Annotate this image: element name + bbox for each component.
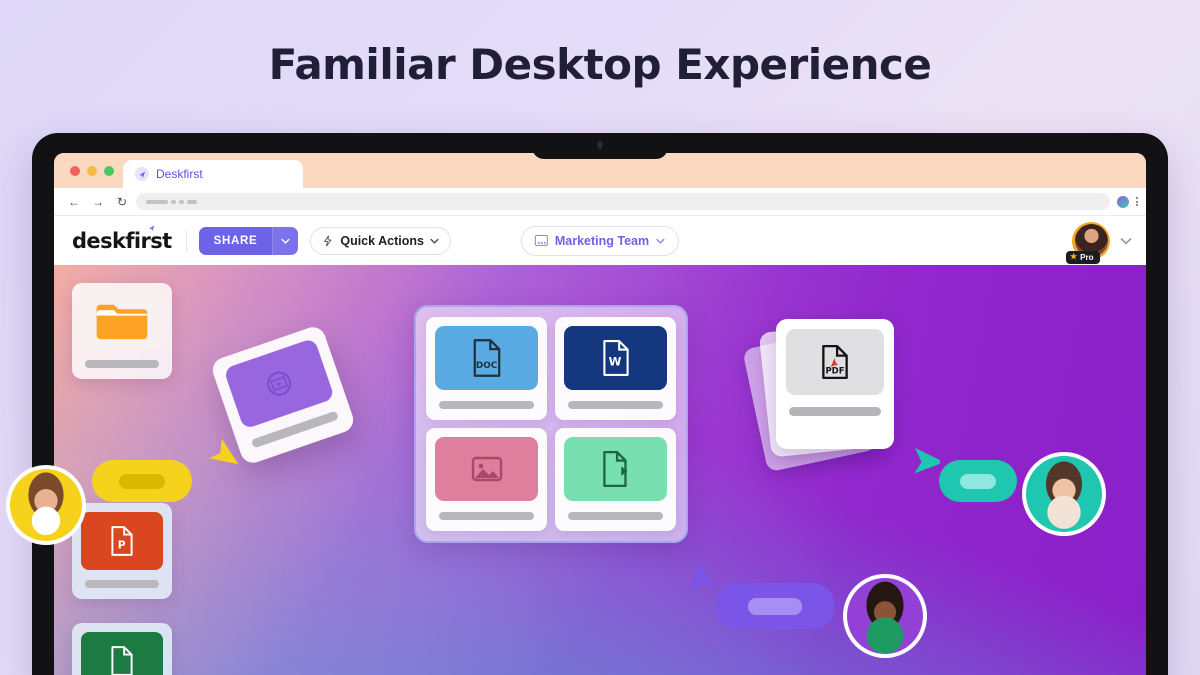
powerpoint-card[interactable]: P [72,503,172,599]
share-dropdown-chevron-down-icon[interactable] [272,226,299,255]
folder-card-label [85,360,159,368]
powerpoint-card-label [85,580,159,588]
browser-tab-title: Deskfirst [156,167,203,181]
app-toolbar: deskfirst SHARE Quick Actions Marketing … [54,216,1146,265]
user-menu-chevron-down-icon[interactable] [1120,237,1132,245]
word-tile[interactable]: W [555,317,676,420]
presence-pill-placeholder [960,473,996,489]
address-input[interactable] [136,193,1110,210]
team-selector-button[interactable]: Marketing Team [520,225,680,256]
browser-profile-avatar[interactable] [1116,194,1130,209]
svg-text:DOC: DOC [475,361,496,371]
media-player-icon [266,371,292,396]
app-logo[interactable]: deskfirst [72,224,172,253]
powerpoint-thumb: P [81,512,163,570]
pdf-card-label [789,407,881,416]
back-icon[interactable]: ← [64,192,84,212]
doc-thumb: DOC [435,326,538,390]
avatar[interactable]: ★ Pro [1066,221,1110,264]
svg-text:P: P [118,538,126,551]
svg-text:PDF: PDF [825,366,844,376]
pdf-stack[interactable]: PDF [742,315,894,473]
doc-file-icon: DOC [473,339,500,377]
collaborator-avatar-teal[interactable] [1022,452,1106,536]
pdf-card[interactable]: PDF [776,319,894,449]
laptop-screen: Deskfirst ← → ↻ deskfirst SHARE Quick Ac… [54,153,1146,675]
chevron-down-icon [656,238,665,244]
logo-sparkle-icon [148,224,154,231]
svg-text:W: W [608,354,621,368]
star-icon: ★ [1070,252,1078,261]
presence-pill-teal [939,460,1017,502]
browser-urlbar: ← → ↻ [54,188,1146,216]
powerpoint-file-icon: P [111,526,133,556]
avatar-image [1026,456,1102,532]
excel-card[interactable] [72,623,172,675]
share-button[interactable]: SHARE [198,226,273,255]
deskfirst-favicon-icon [135,167,149,181]
video-tile-label [568,512,663,520]
presence-pill-placeholder [119,473,165,489]
folder-card[interactable] [72,283,172,379]
video-file-icon [602,450,628,488]
video-tile[interactable] [555,428,676,531]
word-file-icon: W [602,340,629,376]
doc-tile[interactable]: DOC [426,317,547,420]
excel-file-icon [111,646,133,675]
image-tile[interactable] [426,428,547,531]
laptop-notch [532,133,668,159]
kebab-menu-icon[interactable] [1136,197,1138,206]
omnibox-seg [187,199,197,204]
selected-file-group[interactable]: DOC W [414,305,688,543]
collaborator-avatar-yellow[interactable] [6,465,86,545]
minimize-window-dot[interactable] [87,165,97,176]
lightning-bolt-icon [324,235,332,246]
doc-tile-label [439,401,534,409]
image-thumb [435,437,538,501]
toolbar-right-group: ★ Pro [1066,221,1132,264]
quick-actions-button[interactable]: Quick Actions [310,226,451,255]
word-thumb: W [564,326,667,390]
presence-pill-placeholder [748,597,802,615]
collaborator-avatar-purple[interactable] [843,574,927,658]
close-window-dot[interactable] [70,165,80,176]
omnibox-seg [146,199,168,204]
excel-thumb [81,632,163,675]
quick-actions-label: Quick Actions [340,233,424,248]
avatar-image [10,469,82,541]
toolbar-divider [185,229,187,252]
presence-pill-purple [716,583,834,629]
folder-icon [96,304,148,340]
image-tile-label [439,512,534,520]
desktop-canvas[interactable]: P DOC W PDF [54,265,1146,675]
video-thumb [564,437,667,501]
pdf-file-icon: PDF [822,344,848,380]
pdf-thumb: PDF [786,329,884,395]
team-window-icon [534,235,548,246]
chevron-down-icon [430,238,439,244]
image-file-icon [471,456,502,482]
laptop-frame: Deskfirst ← → ↻ deskfirst SHARE Quick Ac… [32,133,1168,675]
share-group[interactable]: SHARE [198,226,299,255]
team-label: Marketing Team [554,233,650,248]
omnibox-seg [171,199,176,204]
omnibox-seg [179,199,184,204]
status-badge: ★ Pro [1066,250,1100,264]
maximize-window-dot[interactable] [104,165,114,176]
app-logo-text: deskfirst [72,228,172,253]
browser-tab-deskfirst[interactable]: Deskfirst [123,160,303,188]
reload-icon[interactable]: ↻ [112,192,132,212]
pro-badge-label: Pro [1080,252,1094,262]
presence-pill-yellow [92,460,192,502]
page-title: Familiar Desktop Experience [268,40,932,89]
folder-thumb [81,292,163,350]
avatar-image [847,578,923,654]
window-controls[interactable] [66,153,123,188]
word-tile-label [568,401,663,409]
forward-icon[interactable]: → [88,192,108,212]
